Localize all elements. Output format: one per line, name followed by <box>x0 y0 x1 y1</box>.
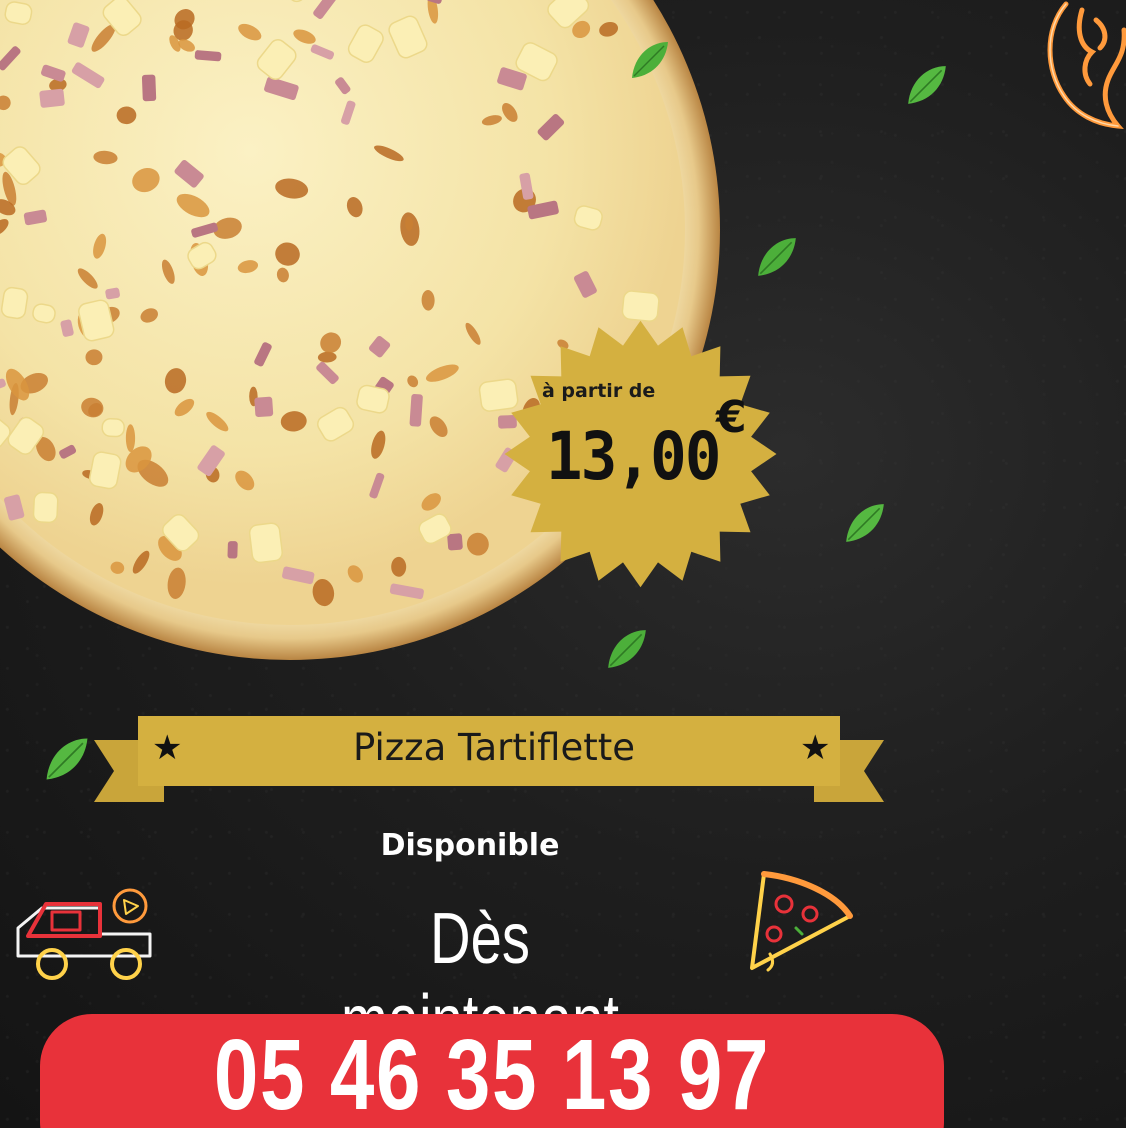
product-name: Pizza Tartiflette <box>352 726 636 769</box>
bacon-piece <box>227 541 238 559</box>
basil-leaf-icon <box>758 238 796 276</box>
basil-leaf-icon <box>632 42 668 78</box>
delivery-truck-icon <box>16 888 152 980</box>
potato-piece <box>0 286 29 320</box>
bacon-piece <box>39 88 65 108</box>
price-currency: € <box>716 392 747 443</box>
potato-piece <box>101 417 125 438</box>
bacon-piece <box>254 396 274 418</box>
potato-piece <box>32 491 59 524</box>
pizza-slice-icon <box>750 871 853 972</box>
flame-logo-icon <box>1047 1 1126 130</box>
star-icon: ★ <box>152 728 183 768</box>
phone-number[interactable]: 05 46 35 13 97 <box>130 1018 853 1128</box>
potato-piece <box>248 522 283 564</box>
basil-leaf-icon <box>846 504 884 542</box>
bacon-piece <box>447 533 463 551</box>
poster: à partir de 13,00 € ★ ★ Pizza Tartiflett… <box>0 0 1126 1128</box>
basil-leaf-icon <box>908 66 946 104</box>
basil-leaf-icon <box>608 630 646 668</box>
price-prefix: à partir de <box>542 380 656 402</box>
price-value: 13,00 <box>546 418 721 495</box>
potato-piece <box>88 451 122 490</box>
star-icon: ★ <box>800 728 831 768</box>
bacon-piece <box>141 74 157 102</box>
bacon-piece <box>409 393 423 427</box>
basil-leaf-icon <box>46 738 88 780</box>
availability-label: Disponible <box>380 828 560 863</box>
